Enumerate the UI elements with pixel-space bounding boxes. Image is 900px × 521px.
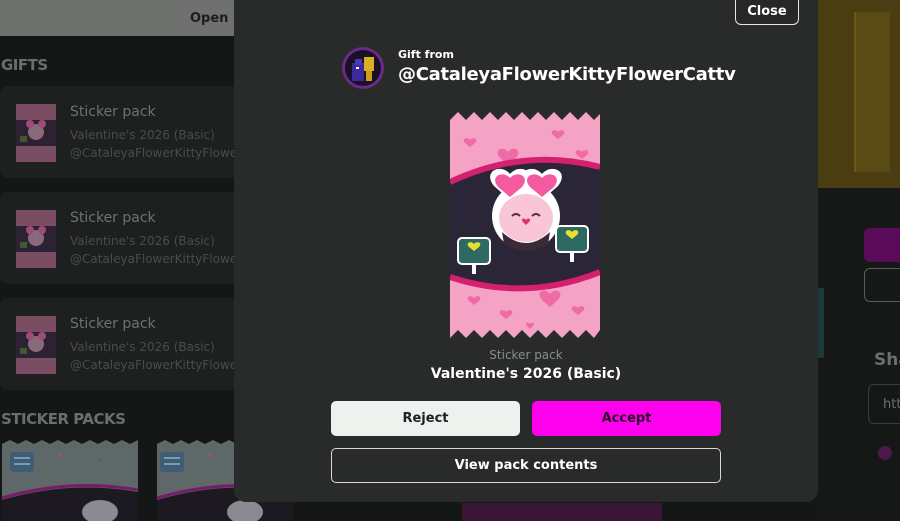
close-button[interactable]: Close — [735, 0, 799, 25]
gift-user: @CataleyaFlowerKittyFlower — [70, 146, 243, 160]
gift-user: @CataleyaFlowerKittyFlower — [70, 358, 243, 372]
pack-name: Valentine's 2026 (Basic) — [430, 366, 622, 382]
gift-user: @CataleyaFlowerKittyFlower — [70, 252, 243, 266]
gifts-title: GIFTS — [1, 56, 48, 74]
pack-thumbnail-icon — [16, 316, 56, 374]
accept-button[interactable]: Accept — [532, 401, 721, 436]
open-button[interactable]: Open S — [0, 0, 250, 36]
gift-subtitle: Valentine's 2026 (Basic) — [70, 128, 215, 142]
right-heading: Sha — [874, 350, 900, 370]
sticker-packs-title: STICKER PACKS — [1, 410, 126, 428]
share-url-field[interactable]: htt — [868, 384, 900, 424]
gift-card[interactable]: Sticker pack Valentine's 2026 (Basic) @C… — [0, 192, 243, 284]
right-banner-image — [818, 0, 900, 188]
avatar[interactable] — [342, 47, 384, 89]
sticker-pack-tile-icon[interactable] — [0, 440, 140, 521]
right-primary-button[interactable] — [864, 228, 900, 262]
sender-username[interactable]: @CataleyaFlowerKittyFlowerCattv — [398, 64, 736, 85]
reject-button[interactable]: Reject — [331, 401, 520, 436]
gift-subtitle: Valentine's 2026 (Basic) — [70, 234, 215, 248]
gift-subtitle: Valentine's 2026 (Basic) — [70, 340, 215, 354]
pack-thumbnail-icon — [16, 104, 56, 162]
pack-thumbnail-icon — [16, 210, 56, 268]
gift-card[interactable]: Sticker pack Valentine's 2026 (Basic) @C… — [0, 86, 243, 178]
gift-title: Sticker pack — [70, 316, 156, 332]
view-pack-contents-button[interactable]: View pack contents — [331, 448, 721, 483]
right-panel-edge — [818, 288, 824, 358]
info-icon[interactable] — [878, 446, 892, 460]
right-secondary-button[interactable] — [864, 268, 900, 302]
gift-title: Sticker pack — [70, 104, 156, 120]
gift-title: Sticker pack — [70, 210, 156, 226]
sticker-pack-art-icon — [450, 112, 600, 338]
bottom-artwork — [462, 503, 662, 521]
pack-type-label: Sticker pack — [489, 348, 563, 362]
gift-card[interactable]: Sticker pack Valentine's 2026 (Basic) @C… — [0, 298, 243, 390]
gift-from-label: Gift from — [398, 48, 454, 61]
